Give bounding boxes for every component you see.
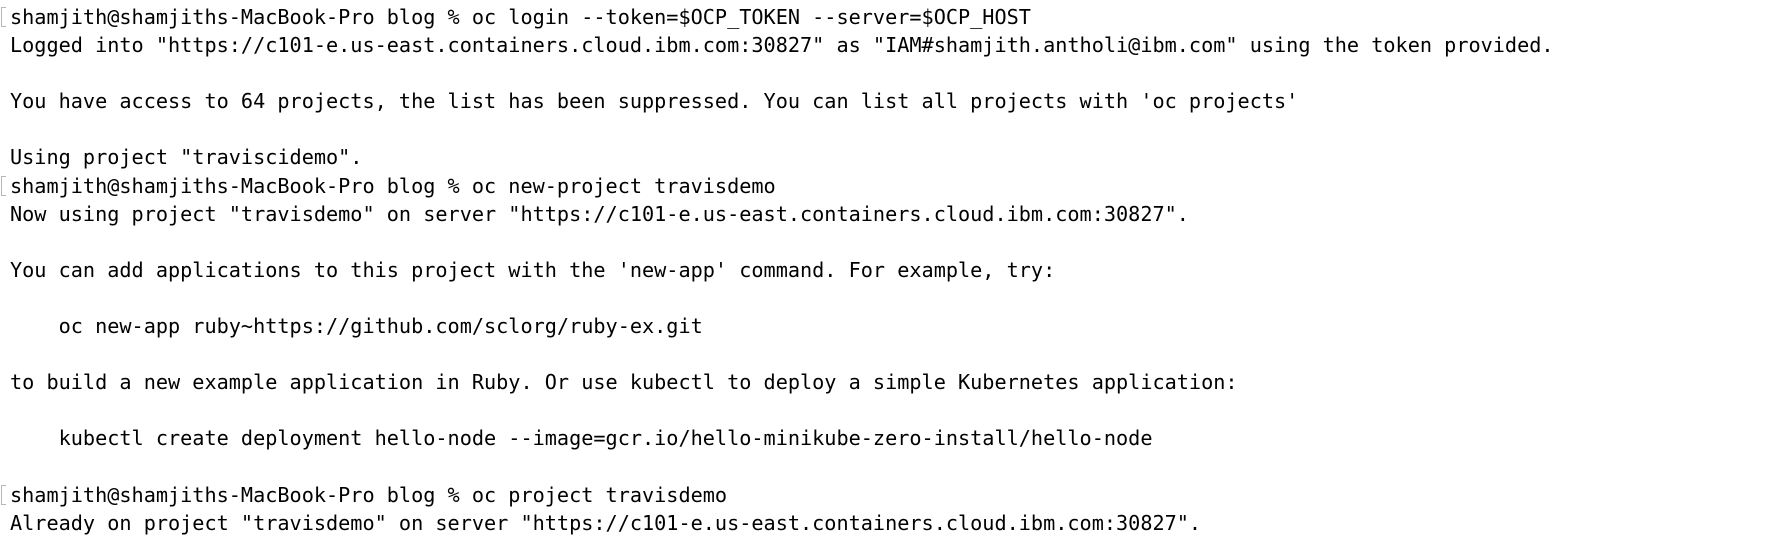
output-text: Already on project "travisdemo" on serve…	[10, 510, 1202, 535]
terminal-output: shamjith@shamjiths-MacBook-Pro blog % oc…	[1, 3, 1554, 540]
terminal-prompt-line: shamjith@shamjiths-MacBook-Pro blog % oc…	[1, 3, 1554, 31]
terminal-prompt-line: shamjith@shamjiths-MacBook-Pro blog % oc…	[1, 481, 1554, 509]
terminal-output-line: to build a new example application in Ru…	[10, 368, 1554, 396]
prompt-mark-icon	[1, 175, 6, 196]
terminal-output-line: You have access to 64 projects, the list…	[10, 87, 1554, 115]
terminal-output-line: kubectl create deployment hello-node --i…	[10, 424, 1554, 452]
command-text: shamjith@shamjiths-MacBook-Pro blog % oc…	[10, 5, 1031, 29]
terminal-output-line: Now using project "travisdemo" on server…	[10, 200, 1554, 228]
prompt-mark-icon	[1, 7, 6, 27]
output-text: Now using project "travisdemo" on server…	[10, 201, 1189, 226]
output-text: You can add applications to this project…	[10, 257, 1056, 282]
command-text: shamjith@shamjiths-MacBook-Pro blog % oc…	[10, 173, 776, 198]
terminal-prompt-line: shamjith@shamjiths-MacBook-Pro blog % oc…	[1, 172, 1554, 200]
output-text: You have access to 64 projects, the list…	[10, 89, 1299, 114]
command-text: shamjith@shamjiths-MacBook-Pro blog % oc…	[10, 482, 728, 507]
output-text: Logged into "https://c101-e.us-east.cont…	[10, 33, 1554, 58]
output-text: Using project "traviscidemo".	[10, 145, 363, 170]
terminal-output-line: oc new-app ruby~https://github.com/sclor…	[10, 312, 1554, 340]
output-text: to build a new example application in Ru…	[10, 370, 1238, 395]
terminal-output-line: Logged into "https://c101-e.us-east.cont…	[10, 31, 1554, 59]
output-text: oc new-app ruby~https://github.com/sclor…	[10, 314, 703, 339]
terminal-output-line: Already on project "travisdemo" on serve…	[10, 509, 1554, 537]
prompt-mark-icon	[1, 484, 6, 505]
terminal-output-line: Using project "traviscidemo".	[10, 143, 1554, 171]
terminal-output-line: You can add applications to this project…	[10, 256, 1554, 284]
output-text: kubectl create deployment hello-node --i…	[10, 426, 1153, 451]
terminal-window[interactable]: shamjith@shamjiths-MacBook-Pro blog % oc…	[0, 0, 1788, 540]
